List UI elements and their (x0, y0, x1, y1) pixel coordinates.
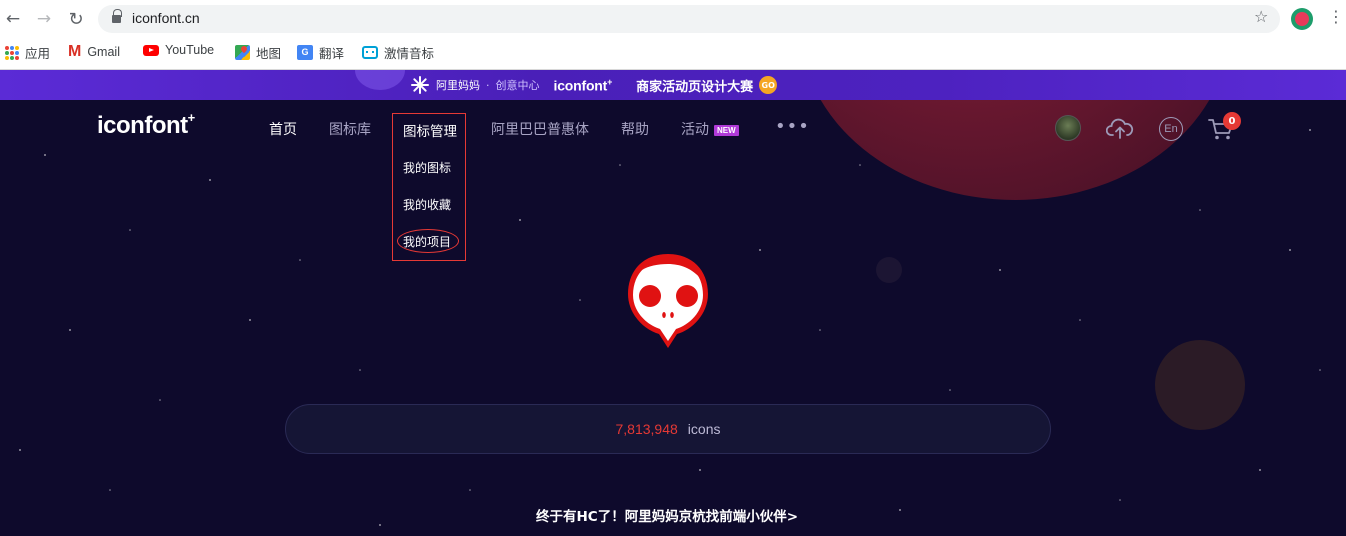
iconfont-page: 阿里妈妈 · 创意中心 iconfont+ 商家活动页设计大赛 GO iconf… (0, 70, 1346, 536)
promo-banner[interactable]: 阿里妈妈 · 创意中心 iconfont+ 商家活动页设计大赛 GO (0, 70, 1346, 100)
banner-glow (355, 70, 405, 90)
bookmark-apps[interactable]: 应用 (5, 43, 50, 62)
alimama-burst-icon (410, 75, 430, 95)
bookmark-maps[interactable]: 地图 (235, 43, 281, 62)
small-moon-decoration (876, 257, 902, 283)
bookmark-label: 翻译 (319, 47, 345, 61)
bookmark-gmail[interactable]: M Gmail (68, 43, 120, 61)
banner-brand: iconfont+ (554, 77, 613, 94)
nav-icon-management[interactable]: 图标管理 (403, 120, 457, 140)
bookmark-bilibili[interactable]: 激情音标 (362, 43, 434, 62)
logo-plus: + (187, 110, 196, 125)
logo-text: iconfont (97, 112, 188, 139)
bookmark-label: YouTube (165, 43, 215, 57)
banner-creative-center: 创意中心 (495, 79, 540, 92)
more-menu-icon[interactable]: ••• (775, 116, 810, 137)
browser-chrome: ← → ↻ iconfont.cn ☆ ⋮ 应用 M Gmail YouTube… (0, 0, 1346, 70)
banner-brand-name: iconfont (553, 77, 608, 94)
nav-activity[interactable]: 活动 NEW (681, 119, 739, 139)
bookmark-label: 应用 (25, 47, 51, 61)
ghost-mascot-icon (628, 254, 708, 348)
bookmark-translate[interactable]: G 翻译 (297, 43, 344, 62)
back-arrow-icon[interactable]: ← (2, 8, 24, 30)
banner-alimama: 阿里妈妈 (436, 79, 480, 92)
bookmark-youtube[interactable]: YouTube (143, 43, 214, 57)
youtube-icon (143, 44, 159, 56)
dropdown-my-favorites[interactable]: 我的收藏 (403, 196, 451, 213)
upload-cloud-icon[interactable] (1106, 116, 1134, 140)
language-switch-icon[interactable]: En (1159, 117, 1183, 141)
banner-brand-plus: + (607, 76, 613, 87)
dropdown-my-icons[interactable]: 我的图标 (403, 159, 451, 176)
promo-banner-content[interactable]: 阿里妈妈 · 创意中心 iconfont+ 商家活动页设计大赛 GO (410, 70, 778, 100)
user-avatar[interactable] (1055, 115, 1081, 141)
moon-decoration (1155, 340, 1245, 430)
bookmark-label: 激情音标 (384, 47, 435, 61)
iconfont-logo[interactable]: iconfont+ (97, 110, 196, 140)
icon-search-bar[interactable]: 7,813,948 icons (285, 404, 1051, 454)
nav-activity-label: 活动 (681, 122, 709, 138)
new-badge: NEW (714, 124, 739, 136)
reload-icon[interactable]: ↻ (65, 8, 87, 30)
maps-icon (235, 45, 250, 60)
profile-avatar[interactable] (1291, 8, 1313, 30)
bookmark-star-icon[interactable]: ☆ (1254, 9, 1268, 25)
banner-contest-title: 商家活动页设计大赛 (636, 79, 754, 95)
nav-home[interactable]: 首页 (269, 119, 297, 139)
forward-arrow-icon[interactable]: → (33, 8, 55, 30)
banner-go-button[interactable]: GO (759, 76, 778, 94)
address-bar[interactable]: iconfont.cn (98, 5, 1280, 33)
bookmark-label: 地图 (256, 47, 282, 61)
apps-grid-icon (5, 45, 19, 60)
banner-dot: · (486, 78, 490, 92)
translate-icon: G (297, 45, 313, 60)
cart-count-badge: 0 (1223, 112, 1241, 130)
nav-icon-library[interactable]: 图标库 (329, 119, 371, 139)
icon-count-unit: icons (687, 421, 721, 437)
gmail-icon: M (68, 43, 82, 60)
bookmark-label: Gmail (87, 45, 120, 59)
hiring-link[interactable]: 终于有HC了！阿里妈妈京杭找前端小伙伴> (0, 505, 1334, 525)
nav-alibaba-font[interactable]: 阿里巴巴普惠体 (491, 119, 589, 139)
nav-help[interactable]: 帮助 (621, 119, 649, 139)
bilibili-icon (362, 46, 378, 59)
icon-count: 7,813,948 (615, 421, 678, 437)
icon-management-dropdown: 图标管理 我的图标 我的收藏 我的项目 (392, 113, 466, 261)
lock-icon (112, 9, 122, 24)
url-text[interactable]: iconfont.cn (132, 10, 200, 26)
my-projects-highlight-circle (397, 229, 459, 253)
browser-menu-icon[interactable]: ⋮ (1328, 9, 1344, 25)
bookmarks-bar: 应用 M Gmail YouTube 地图 G 翻译 激情音标 (0, 40, 1346, 66)
